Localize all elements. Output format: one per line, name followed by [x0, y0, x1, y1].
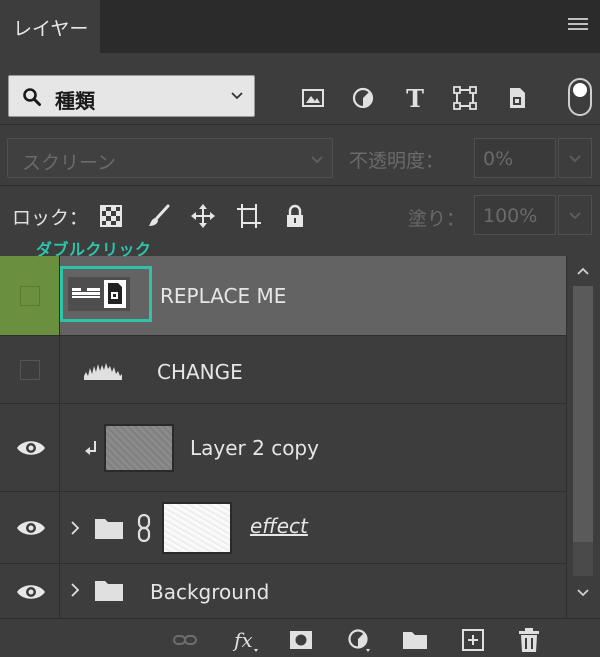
layer-name[interactable]: Layer 2 copy: [190, 436, 319, 460]
search-icon: [23, 88, 41, 106]
clipping-mask-arrow-icon: [85, 441, 96, 455]
filter-toggle-switch[interactable]: [568, 78, 592, 116]
lock-image-pixels-brush-icon[interactable]: [146, 203, 172, 229]
chevron-down-icon: [569, 212, 581, 220]
layer-row-layer-2-copy[interactable]: Layer 2 copy: [0, 404, 566, 492]
eye-icon: [17, 521, 45, 535]
layer-thumbnail-noise[interactable]: [104, 424, 174, 472]
levels-adjustment-icon: [84, 363, 122, 380]
visibility-toggle[interactable]: [0, 256, 60, 335]
layer-mask-thumbnail[interactable]: [162, 502, 232, 554]
chevron-down-icon: [311, 156, 323, 164]
fx-layer-style-icon[interactable]: fx: [232, 627, 258, 653]
fill-value: 100%: [483, 205, 538, 227]
layer-name[interactable]: REPLACE ME: [160, 284, 286, 308]
scroll-down-arrow-icon[interactable]: [576, 588, 590, 598]
visibility-toggle[interactable]: [0, 404, 60, 491]
layers-list: REPLACE ME CHANGE Layer 2 copy effect Ba…: [0, 256, 566, 618]
type-filter-icon[interactable]: T: [402, 85, 428, 111]
fill-label: 塗り：: [408, 208, 466, 230]
scroll-thumb[interactable]: [573, 286, 593, 542]
trash-delete-icon[interactable]: [516, 627, 542, 653]
blend-mode-select[interactable]: スクリーン: [7, 138, 333, 178]
folder-icon: [95, 581, 123, 601]
smart-object-filter-icon[interactable]: [504, 85, 530, 111]
layer-name[interactable]: effect: [250, 514, 308, 538]
chevron-down-icon: [569, 155, 581, 163]
blend-row: スクリーン 不透明度： 0%: [0, 126, 600, 186]
eye-icon: [17, 441, 45, 455]
fill-input[interactable]: 100%: [474, 195, 556, 235]
scroll-track[interactable]: [573, 286, 593, 576]
lock-label: ロック：: [12, 207, 89, 229]
opacity-label: 不透明度：: [349, 150, 445, 172]
svg-text:fx: fx: [232, 628, 253, 652]
panel-tab-bar: レイヤー: [0, 0, 600, 53]
visibility-toggle[interactable]: [0, 564, 60, 618]
image-filter-icon[interactable]: [300, 85, 326, 111]
chevron-right-icon[interactable]: [70, 582, 80, 598]
visibility-empty-box: [20, 286, 40, 306]
link-chain-icon[interactable]: [136, 514, 152, 542]
double-click-highlight-box: [60, 266, 152, 322]
opacity-value: 0%: [483, 148, 514, 170]
tab-layers[interactable]: レイヤー: [0, 0, 100, 53]
scroll-up-arrow-icon[interactable]: [576, 266, 590, 276]
new-adjustment-layer-icon[interactable]: [346, 627, 372, 653]
lock-transparent-pixels-icon[interactable]: [98, 203, 124, 229]
svg-text:T: T: [406, 85, 424, 111]
lock-all-padlock-icon[interactable]: [282, 203, 308, 229]
layers-scrollbar[interactable]: [566, 256, 600, 618]
chevron-right-icon[interactable]: [70, 520, 80, 536]
new-layer-icon[interactable]: [460, 627, 486, 653]
panel-menu-icon[interactable]: [568, 18, 588, 32]
layer-row-change[interactable]: CHANGE: [0, 336, 566, 404]
opacity-dropdown-button[interactable]: [558, 138, 592, 178]
folder-icon: [95, 519, 123, 539]
adjustment-filter-icon[interactable]: [350, 85, 376, 111]
layer-name[interactable]: Background: [150, 580, 269, 604]
visibility-toggle[interactable]: [0, 492, 60, 563]
add-mask-icon[interactable]: [288, 627, 314, 653]
chevron-down-icon: [231, 92, 243, 100]
layers-bottom-toolbar: fx: [0, 618, 600, 657]
shape-filter-icon[interactable]: [452, 85, 478, 111]
visibility-empty-box: [20, 360, 40, 380]
link-layers-icon[interactable]: [172, 627, 198, 653]
filter-row: 種類 T: [0, 53, 600, 125]
opacity-input[interactable]: 0%: [474, 138, 556, 178]
layer-name[interactable]: CHANGE: [157, 360, 243, 384]
fill-dropdown-button[interactable]: [558, 195, 592, 235]
layer-row-background[interactable]: Background: [0, 564, 566, 618]
lock-artboard-icon[interactable]: [236, 203, 262, 229]
new-group-folder-icon[interactable]: [402, 627, 428, 653]
blend-mode-value: スクリーン: [22, 152, 117, 174]
lock-position-move-icon[interactable]: [190, 203, 216, 229]
double-click-annotation: ダブルクリック: [36, 240, 152, 259]
eye-icon: [17, 585, 45, 599]
visibility-toggle[interactable]: [0, 336, 60, 403]
layer-row-effect[interactable]: effect: [0, 492, 566, 564]
filter-kind-label: 種類: [55, 89, 95, 113]
filter-kind-select[interactable]: 種類: [8, 75, 255, 117]
